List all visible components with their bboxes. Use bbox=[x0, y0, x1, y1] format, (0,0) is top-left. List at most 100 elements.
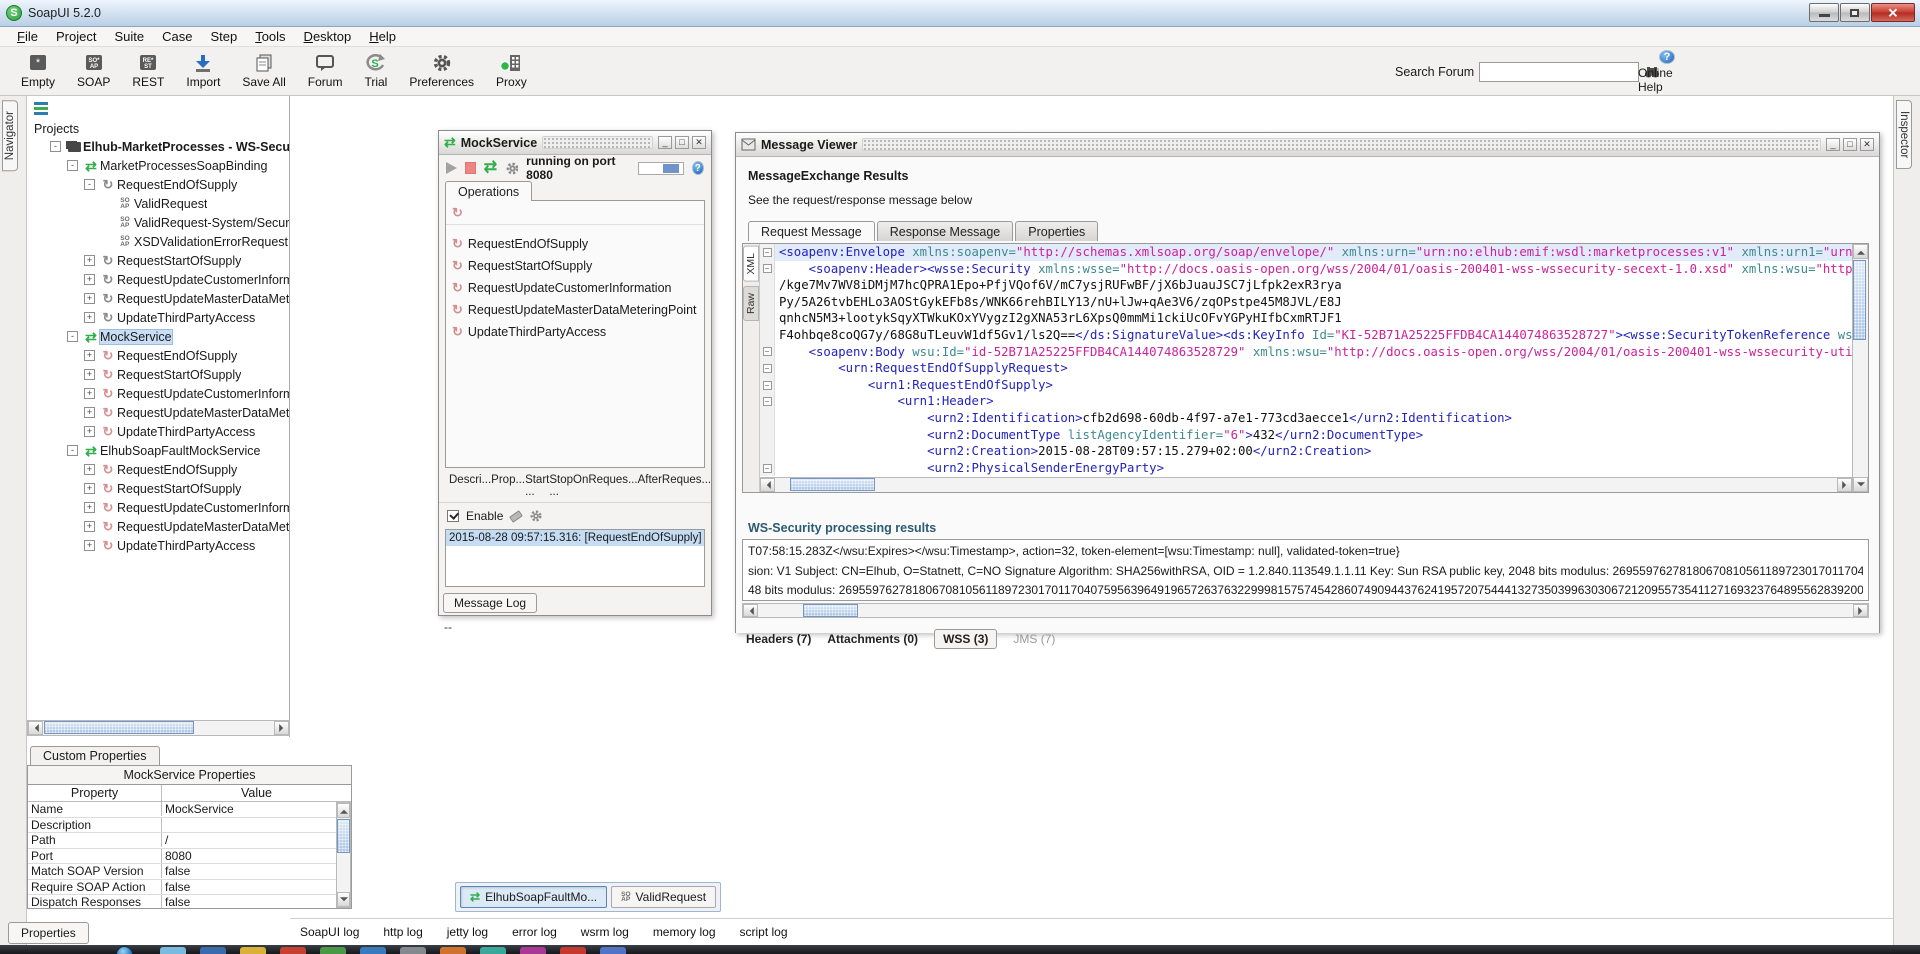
tree-expander[interactable]: + bbox=[84, 464, 95, 475]
scroll-up-button[interactable] bbox=[337, 803, 350, 818]
tree-expander[interactable]: + bbox=[84, 388, 95, 399]
property-value-cell[interactable]: MockService bbox=[162, 802, 351, 816]
editor-hscrollbar[interactable] bbox=[760, 477, 1852, 492]
tree-item[interactable]: - MarketProcessesSoapBinding bbox=[27, 156, 289, 175]
xml-code-line[interactable]: − qnhcN5M3+lootykSqyXTWkuKOxYVygzI2gXNA5… bbox=[760, 310, 1852, 327]
new-rest-project-button[interactable]: RE*ST REST bbox=[121, 47, 175, 95]
preferences-button[interactable]: Preferences bbox=[398, 47, 485, 95]
tree-expander[interactable]: + bbox=[84, 540, 95, 551]
property-row[interactable]: Description bbox=[28, 818, 351, 834]
trial-button[interactable]: S Trial bbox=[353, 47, 398, 95]
tree-item[interactable]: + RequestUpdateMasterDataMeteringPoint bbox=[27, 517, 289, 536]
tree-expander[interactable]: + bbox=[84, 521, 95, 532]
fold-marker-icon[interactable]: − bbox=[763, 397, 772, 406]
tree-expander[interactable]: + bbox=[84, 483, 95, 494]
tree-expander[interactable]: - bbox=[84, 179, 95, 190]
import-button[interactable]: Import bbox=[175, 47, 231, 95]
raw-mode-tab[interactable]: Raw bbox=[743, 286, 759, 321]
tree-item[interactable]: + RequestStartOfSupply bbox=[27, 365, 289, 384]
tree-item[interactable]: + RequestStartOfSupply bbox=[27, 251, 289, 270]
tree-item[interactable]: + RequestEndOfSupply bbox=[27, 460, 289, 479]
tree-item[interactable]: ValidRequest bbox=[27, 194, 289, 213]
log-tab[interactable]: wsrm log bbox=[581, 925, 629, 939]
menu-item[interactable]: Case bbox=[153, 27, 201, 46]
request-message-tab[interactable]: Request Message bbox=[748, 221, 875, 241]
tree-expander[interactable]: + bbox=[84, 407, 95, 418]
properties-vscrollbar[interactable] bbox=[336, 802, 351, 908]
property-row[interactable]: Name MockService bbox=[28, 802, 351, 818]
taskbar-app-icon[interactable] bbox=[600, 947, 626, 954]
inspector-tab-button[interactable]: Headers (7) bbox=[746, 632, 811, 646]
message-viewer-titlebar[interactable]: Message Viewer _ □ ✕ bbox=[736, 133, 1879, 157]
xml-code-line[interactable]: − <urn1:Header> bbox=[760, 393, 1852, 410]
menu-item[interactable]: File bbox=[8, 27, 47, 46]
menu-item[interactable]: Project bbox=[47, 27, 105, 46]
menu-item[interactable]: Help bbox=[360, 27, 405, 46]
action-link[interactable]: Stop ... bbox=[549, 474, 573, 498]
taskbar-app-icon[interactable] bbox=[160, 947, 186, 954]
frame-close-button[interactable]: ✕ bbox=[1860, 138, 1874, 151]
menu-item[interactable]: Step bbox=[201, 27, 246, 46]
action-link[interactable]: OnReques... bbox=[573, 474, 638, 498]
tree-item[interactable]: + UpdateThirdPartyAccess bbox=[27, 308, 289, 327]
inspector-tab-button[interactable]: WSS (3) bbox=[934, 629, 997, 649]
start-orb-icon[interactable] bbox=[116, 946, 133, 954]
tree-item[interactable]: - ElhubSoapFaultMockService bbox=[27, 441, 289, 460]
save-all-button[interactable]: Save All bbox=[231, 47, 296, 95]
scroll-left-button[interactable] bbox=[28, 721, 43, 735]
forum-button[interactable]: Forum bbox=[297, 47, 354, 95]
tree-item[interactable]: - MockService bbox=[27, 327, 289, 346]
tree-item[interactable]: XSDValidationErrorRequest bbox=[27, 232, 289, 251]
tree-expander[interactable] bbox=[101, 236, 112, 247]
xml-code-line[interactable]: − <soapenv:Body wsu:Id="id-52B71A25225FF… bbox=[760, 344, 1852, 361]
operation-item[interactable]: RequestUpdateMasterDataMeteringPoint bbox=[446, 299, 704, 321]
taskbar-app-icon[interactable] bbox=[440, 947, 466, 954]
operation-item[interactable]: RequestEndOfSupply bbox=[446, 233, 704, 255]
fold-marker-icon[interactable]: − bbox=[763, 381, 772, 390]
scroll-up-button[interactable] bbox=[1853, 244, 1868, 259]
xml-code-line[interactable]: − <urn2:Identification>cfb2d698-60db-4f9… bbox=[760, 410, 1852, 427]
frame-minimize-button[interactable]: _ bbox=[658, 136, 672, 149]
inspector-tab[interactable]: Inspector bbox=[1896, 100, 1912, 169]
enable-checkbox[interactable] bbox=[447, 510, 459, 522]
tree-expander[interactable]: + bbox=[84, 426, 95, 437]
stop-mockservice-icon[interactable] bbox=[465, 162, 476, 174]
run-mockservice-icon[interactable] bbox=[446, 162, 457, 174]
xml-code-line[interactable]: − F4ohbqe8coQG7y/68G8uTLeuvW1df5Gv1/ls2Q… bbox=[760, 327, 1852, 344]
minimize-button[interactable] bbox=[1809, 3, 1839, 22]
xml-editor[interactable]: XML Raw − <soapenv:Envelope xmlns:soapen… bbox=[742, 243, 1869, 493]
navigator-tab[interactable]: Navigator bbox=[2, 100, 18, 171]
message-log-tab[interactable]: Message Log bbox=[443, 593, 537, 613]
restart-mockservice-icon[interactable] bbox=[484, 161, 497, 175]
taskbar-app-icon[interactable] bbox=[240, 947, 266, 954]
tree-item[interactable]: - Elhub-MarketProcesses - WS-Security bbox=[27, 137, 289, 156]
online-help-button[interactable]: Online Help bbox=[1638, 50, 1696, 94]
scrollbar-thumb[interactable] bbox=[44, 721, 194, 734]
tree-expander[interactable] bbox=[101, 217, 112, 228]
xml-code-area[interactable]: − <soapenv:Envelope xmlns:soapenv="http:… bbox=[760, 244, 1852, 477]
proxy-button[interactable]: Proxy bbox=[485, 47, 538, 95]
inspector-tab-button[interactable]: Attachments (0) bbox=[827, 632, 918, 646]
property-row[interactable]: Dispatch Responses false bbox=[28, 895, 351, 909]
log-tab[interactable]: jetty log bbox=[447, 925, 488, 939]
scroll-down-button[interactable] bbox=[337, 892, 350, 907]
frame-close-button[interactable]: ✕ bbox=[692, 136, 706, 149]
tree-item[interactable]: + RequestUpdateCustomerInformation bbox=[27, 384, 289, 403]
property-value-cell[interactable]: / bbox=[162, 833, 351, 847]
taskbar-app-icon[interactable] bbox=[360, 947, 386, 954]
scrollbar-thumb[interactable] bbox=[790, 478, 875, 491]
property-row[interactable]: Path / bbox=[28, 833, 351, 849]
tree-expander[interactable]: - bbox=[67, 160, 78, 171]
xml-mode-tab[interactable]: XML bbox=[743, 246, 759, 282]
xml-code-line[interactable]: − <soapenv:Header><wsse:Security xmlns:w… bbox=[760, 261, 1852, 278]
fold-marker-icon[interactable]: − bbox=[763, 347, 772, 356]
operation-item[interactable]: RequestUpdateCustomerInformation bbox=[446, 277, 704, 299]
close-button[interactable] bbox=[1871, 3, 1915, 22]
property-value-cell[interactable]: false bbox=[162, 880, 351, 894]
tree-expander[interactable]: + bbox=[84, 255, 95, 266]
fold-marker-icon[interactable]: − bbox=[763, 364, 772, 373]
tree-options-icon[interactable] bbox=[34, 102, 48, 115]
new-soap-project-button[interactable]: SO*AP SOAP bbox=[66, 47, 121, 95]
log-tab[interactable]: http log bbox=[383, 925, 422, 939]
action-link[interactable]: Start ... bbox=[525, 474, 549, 498]
